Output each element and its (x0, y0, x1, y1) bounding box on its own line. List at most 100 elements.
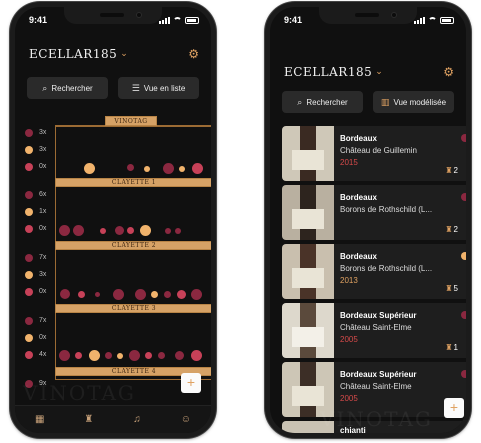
bell-icon[interactable]: ♫ (133, 414, 141, 425)
bottle[interactable] (164, 291, 171, 298)
bottle[interactable] (127, 227, 134, 234)
wine-list: Bordeaux Château de Guillemin 2015 ♜2 Bo… (282, 126, 466, 433)
add-bottle-button[interactable]: + (444, 398, 464, 418)
wine-list-item[interactable]: Bordeaux Supérieur Château Saint-Elme 20… (282, 303, 466, 358)
tab-bar: ▦ ♜ ♫ ☺ (15, 405, 211, 433)
bottle-icon: ♜ (445, 284, 453, 293)
bottle-icon: ♜ (445, 166, 453, 175)
bottle[interactable] (78, 291, 85, 298)
cellar-title: VINOTAG (105, 116, 157, 126)
bottle[interactable] (175, 351, 184, 360)
status-bar: 9:41 (284, 13, 454, 27)
profile-icon[interactable]: ☺ (181, 414, 191, 425)
app-header: ECELLAR185 ⌄ ⚙ (29, 47, 199, 61)
wine-type-dot (25, 163, 33, 171)
list-icon: ☰ (131, 82, 140, 93)
search-button[interactable]: ⌕ Rechercher (282, 91, 363, 113)
bottle[interactable] (75, 352, 82, 359)
bottle[interactable] (84, 163, 95, 174)
list-view-label: Vue en liste (143, 83, 186, 93)
wine-type-dot (25, 146, 33, 154)
side-count: 0x (39, 163, 47, 170)
side-count: 1x (39, 208, 47, 215)
side-count: 6x (39, 191, 47, 198)
wine-type-dot (25, 288, 33, 296)
bottle[interactable] (151, 291, 158, 298)
wine-year: 2015 (340, 158, 358, 167)
bottle[interactable] (165, 228, 171, 234)
bottle[interactable] (129, 350, 140, 361)
signal-icon (414, 16, 425, 24)
bottle-photo (282, 126, 334, 181)
wine-list-item[interactable]: Bordeaux Borons de Rothschild (L... ♜2 (282, 185, 466, 240)
wine-type-dot (25, 129, 33, 137)
gear-icon[interactable]: ⚙ (188, 47, 199, 61)
bottle[interactable] (144, 166, 150, 172)
shelf-label: CLAYETTE 2 (55, 241, 211, 250)
side-count: 0x (39, 334, 47, 341)
wine-name: Château Saint-Elme (340, 382, 412, 391)
wine-region: Bordeaux (340, 193, 377, 202)
bottle[interactable] (140, 225, 151, 236)
cellar-tab-icon[interactable]: ▦ (35, 414, 44, 425)
bottle-tab-icon[interactable]: ♜ (84, 414, 93, 425)
wine-type-dot (461, 311, 466, 319)
cellar-view-screen: 9:41 ECELLAR185 ⌄ ⚙ ⌕ Rechercher ☰ Vue e… (15, 7, 211, 433)
model-view-button[interactable]: ▥ Vue modélisée (373, 91, 454, 113)
bottle[interactable] (177, 290, 186, 299)
bottle[interactable] (59, 350, 70, 361)
add-bottle-button[interactable]: + (181, 373, 201, 393)
signal-icon (159, 16, 170, 24)
bottle[interactable] (60, 289, 70, 299)
search-icon: ⌕ (297, 96, 303, 107)
bottle[interactable] (191, 289, 202, 300)
bottle[interactable] (135, 289, 146, 300)
wine-list-item[interactable]: Bordeaux Château de Guillemin 2015 ♜2 (282, 126, 466, 181)
bottle[interactable] (163, 163, 174, 174)
wine-type-dot (25, 254, 33, 262)
wine-list-item[interactable]: Bordeaux Borons de Rothschild (L... 2013… (282, 244, 466, 299)
bottle[interactable] (192, 163, 203, 174)
search-button[interactable]: ⌕ Rechercher (27, 77, 108, 99)
bottle[interactable] (113, 289, 124, 300)
bottle[interactable] (115, 226, 124, 235)
bottle[interactable] (145, 352, 152, 359)
wine-name: Borons de Rothschild (L... (340, 264, 433, 273)
phone-right: 9:41 ECELLAR185 ⌄ ⚙ ⌕ Rechercher ▥ Vue m… (265, 2, 471, 438)
bottle[interactable] (95, 292, 100, 297)
side-count: 4x (39, 351, 47, 358)
wine-year: 2005 (340, 394, 358, 403)
bottle[interactable] (127, 164, 134, 171)
wine-name: Borons de Rothschild (L... (340, 205, 433, 214)
bottle-icon: ♜ (445, 343, 453, 352)
cellar-selector[interactable]: ECELLAR185 ⌄ (29, 47, 128, 61)
battery-icon (440, 16, 454, 24)
bottle-count: ♜1 (445, 343, 458, 352)
brand-name: ECELLAR185 (284, 65, 373, 79)
wine-type-dot (25, 334, 33, 342)
chevron-down-icon: ⌄ (120, 49, 129, 59)
cellar-frame (55, 125, 211, 380)
bottle[interactable] (179, 166, 185, 172)
bottle[interactable] (175, 228, 181, 234)
brand-name: ECELLAR185 (29, 47, 118, 61)
bottle[interactable] (89, 350, 100, 361)
side-count: 3x (39, 146, 47, 153)
bottle[interactable] (73, 225, 84, 236)
bottle[interactable] (158, 352, 165, 359)
wine-type-dot (25, 191, 33, 199)
wine-type-dot (461, 252, 466, 260)
list-view-button[interactable]: ☰ Vue en liste (118, 77, 199, 99)
side-count: 7x (39, 254, 47, 261)
side-count: 0x (39, 225, 47, 232)
bottle[interactable] (59, 225, 70, 236)
bottle[interactable] (191, 350, 202, 361)
bottle[interactable] (100, 228, 106, 234)
bottle[interactable] (117, 353, 123, 359)
status-bar: 9:41 (29, 13, 199, 27)
bottle[interactable] (105, 352, 112, 359)
wine-region: Bordeaux Supérieur (340, 311, 417, 320)
cellar-selector[interactable]: ECELLAR185 ⌄ (284, 65, 383, 79)
gear-icon[interactable]: ⚙ (443, 65, 454, 79)
wine-region: Bordeaux Supérieur (340, 370, 417, 379)
